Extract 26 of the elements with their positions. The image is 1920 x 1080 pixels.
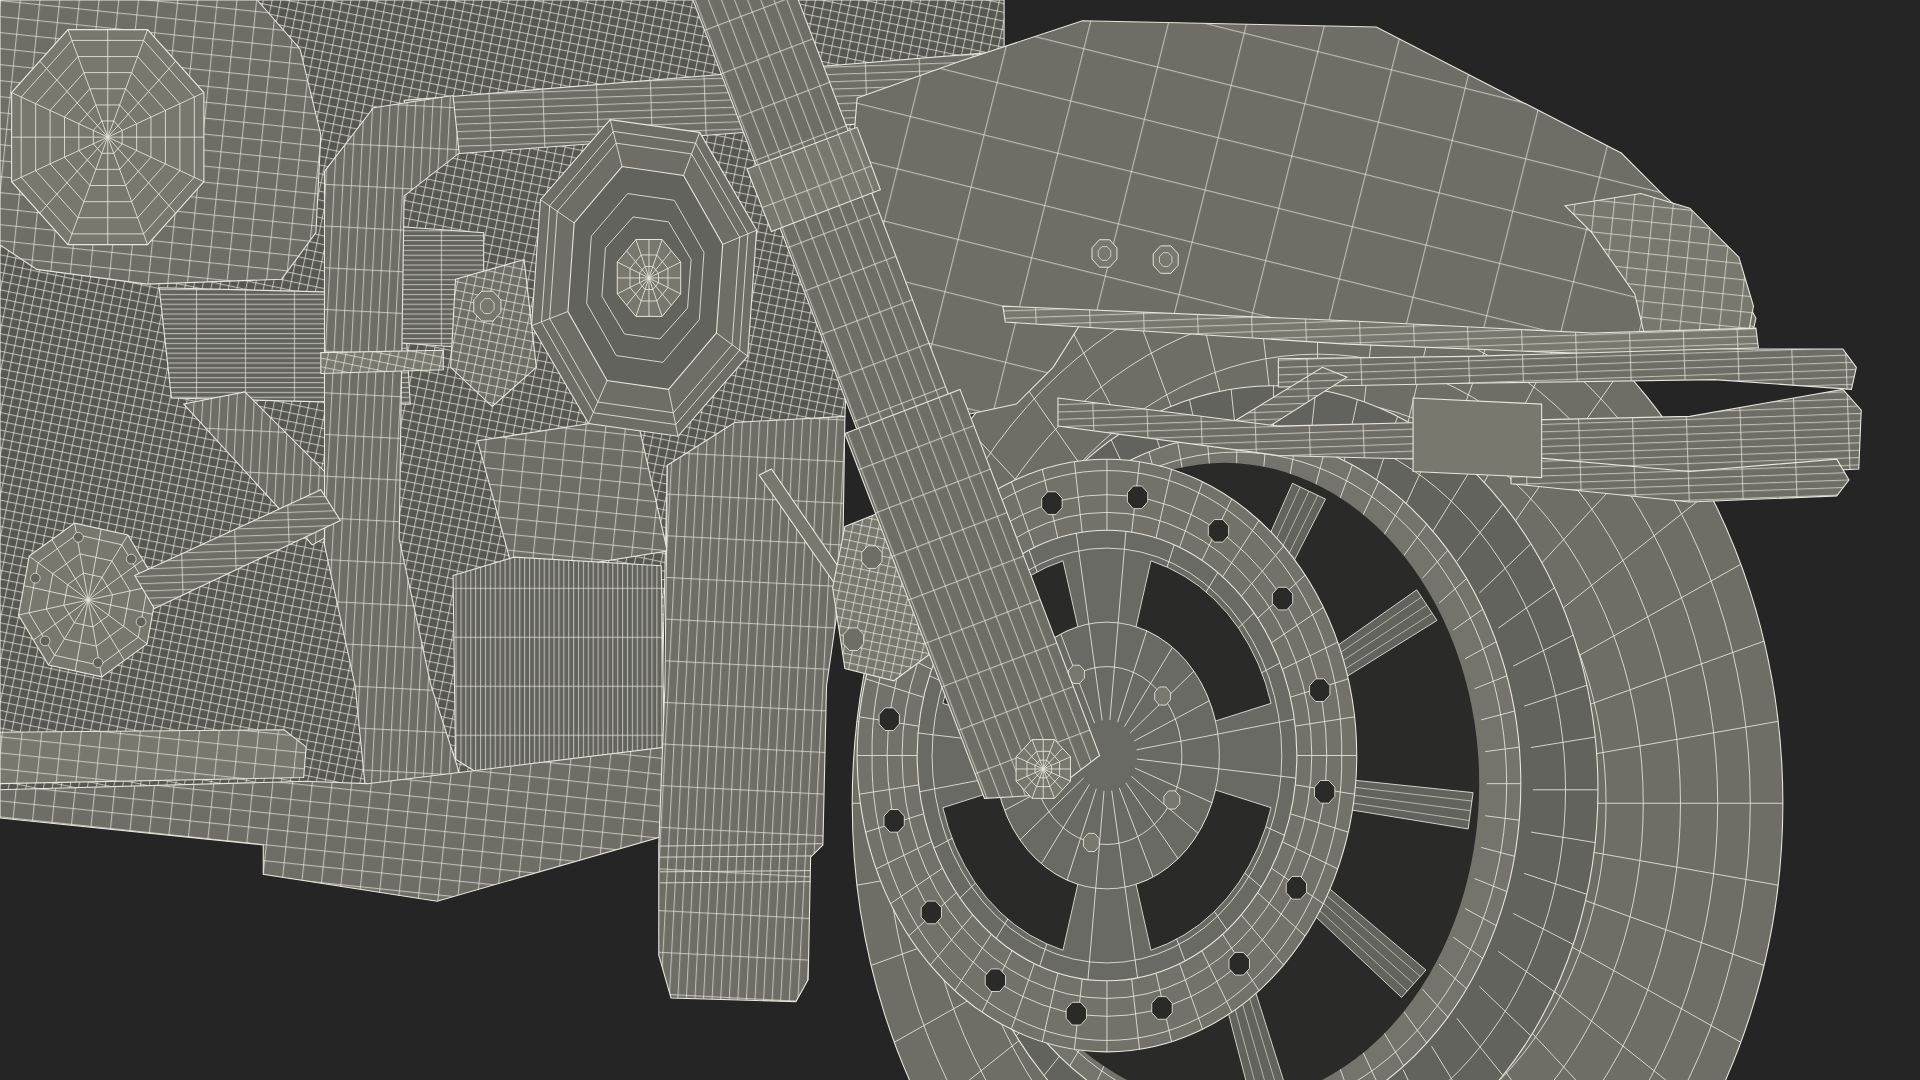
bolt-icon [473,290,502,322]
disc-hole [1041,491,1063,515]
bolt-icon [30,572,41,584]
bolt-icon [1154,686,1171,706]
disc-hole [1151,996,1173,1020]
disc-hole [984,968,1006,992]
bolt-icon [1163,790,1181,810]
bolt-icon [73,532,84,543]
disc-hole [1126,485,1149,510]
bolt-icon [1083,832,1100,852]
disc-hole [1207,519,1230,543]
bolt-icon [842,627,865,651]
bolt-icon [1152,245,1179,274]
bolt-icon [39,635,51,647]
disc-hole [1065,1001,1087,1026]
disc-hole [1285,876,1307,900]
bolt-icon [126,553,137,565]
bolt-icon [135,616,147,628]
bolt-icon [92,657,104,668]
disc-hole [883,809,905,833]
disc-hole [1314,780,1336,804]
disc-hole [878,707,900,731]
disc-hole [1309,678,1331,702]
disc-hole [1271,586,1294,611]
bolt-icon [861,545,883,569]
disc-hole [920,900,942,925]
